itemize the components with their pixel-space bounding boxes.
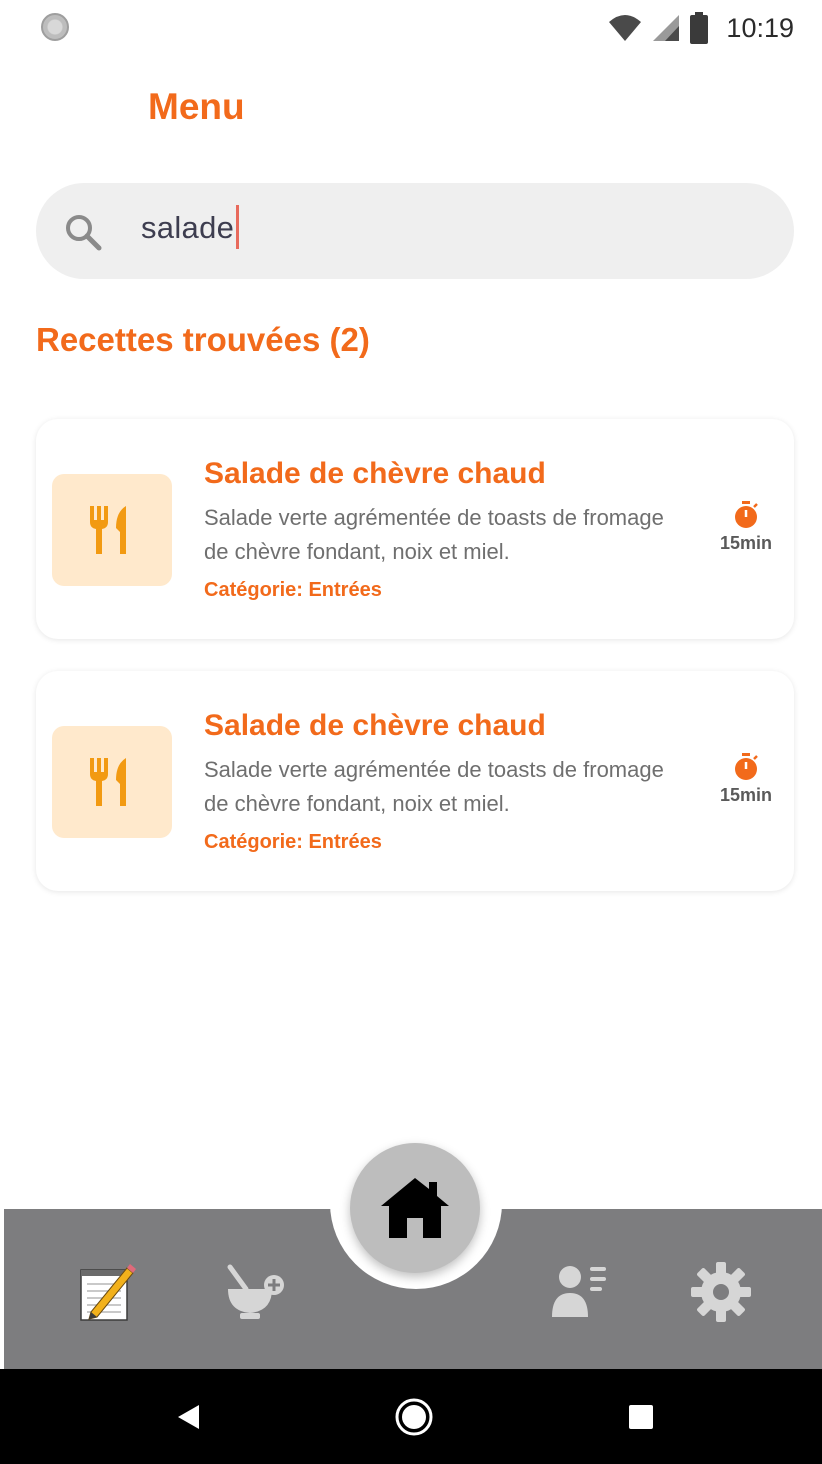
system-back-button[interactable] [158, 1369, 218, 1464]
home-circle-icon [395, 1398, 433, 1435]
recipe-description: Salade verte agrémentée de toasts de fro… [204, 505, 664, 564]
nav-item-notes[interactable] [70, 1257, 140, 1327]
system-recents-button[interactable] [611, 1369, 671, 1464]
stopwatch-icon [735, 753, 758, 780]
recipe-title: Salade de chèvre chaud [204, 709, 546, 742]
home-button[interactable] [350, 1143, 480, 1273]
recipe-time-label: 15min [719, 533, 773, 553]
fork-knife-icon [90, 758, 126, 806]
search-input[interactable]: salade [36, 183, 794, 279]
gear-icon [691, 1262, 751, 1322]
status-icons: 10:19 [608, 10, 794, 46]
battery-icon [690, 12, 709, 44]
text-caret [236, 204, 240, 249]
wifi-icon [609, 15, 642, 41]
recipe-time: 15min [714, 501, 778, 554]
recipe-description: Salade verte agrémentée de toasts de fro… [204, 757, 664, 816]
search-icon [66, 215, 102, 251]
search-query: salade [141, 210, 235, 245]
recipe-thumbnail [52, 474, 172, 586]
loading-indicator-icon [41, 13, 69, 41]
status-bar: 10:19 [0, 0, 822, 56]
recipe-category: Catégorie: Entrées [204, 831, 382, 853]
recipe-category: Catégorie: Entrées [204, 579, 382, 601]
bowl-add-icon [227, 1264, 284, 1319]
nav-item-profile[interactable] [544, 1257, 614, 1327]
recipe-thumbnail [52, 726, 172, 838]
back-triangle-icon [178, 1404, 199, 1429]
system-nav-bar [0, 1369, 822, 1464]
page-title: Menu [148, 86, 245, 127]
recipe-time-label: 15min [719, 785, 773, 805]
system-home-button[interactable] [384, 1369, 444, 1464]
stopwatch-icon [735, 501, 758, 528]
recents-square-icon [629, 1404, 653, 1429]
recipe-card[interactable]: Salade de chèvre chaud Salade verte agré… [36, 419, 794, 639]
fork-knife-icon [90, 506, 126, 554]
home-icon [381, 1178, 449, 1238]
profile-list-icon [552, 1266, 606, 1317]
cell-signal-icon [653, 15, 680, 41]
notepad-pencil-icon [80, 1264, 136, 1321]
search-text: salade [141, 204, 240, 249]
recipe-title: Salade de chèvre chaud [204, 457, 546, 490]
recipe-time: 15min [714, 753, 778, 806]
clock: 10:19 [726, 12, 794, 43]
nav-item-settings[interactable] [686, 1257, 756, 1327]
recipe-card[interactable]: Salade de chèvre chaud Salade verte agré… [36, 671, 794, 891]
nav-item-add-recipe[interactable] [220, 1257, 290, 1327]
results-title: Recettes trouvées (2) [36, 321, 370, 358]
